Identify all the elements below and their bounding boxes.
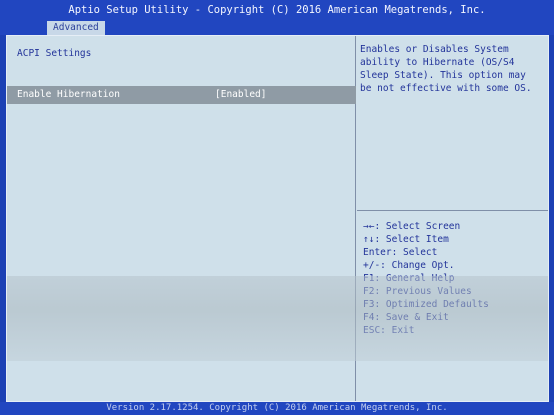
key-legend-list: →←: Select Screen ↑↓: Select Item Enter:… xyxy=(363,220,489,337)
help-line: Enables or Disables System xyxy=(360,44,509,55)
key-general-help: F1: General Help xyxy=(363,273,455,284)
key-save-exit: F4: Save & Exit xyxy=(363,312,449,323)
help-text: Enables or Disables System ability to Hi… xyxy=(360,43,545,95)
setup-panel: ACPI Settings Enable Hibernation [Enable… xyxy=(6,35,549,402)
footer: Version 2.17.1254. Copyright (C) 2016 Am… xyxy=(0,402,554,415)
help-line: Sleep State). This option may xyxy=(360,70,526,81)
key-previous-values: F2: Previous Values xyxy=(363,286,472,297)
key-change-opt: +/-: Change Opt. xyxy=(363,260,455,271)
title-bar: Aptio Setup Utility - Copyright (C) 2016… xyxy=(0,0,554,20)
key-enter-select: Enter: Select xyxy=(363,247,438,258)
settings-area: ACPI Settings Enable Hibernation [Enable… xyxy=(7,36,356,401)
key-select-screen: →←: Select Screen xyxy=(363,221,461,232)
help-line: be not effective with some OS. xyxy=(360,83,532,94)
tab-strip: Advanced xyxy=(0,20,554,35)
key-optimized-defaults: F3: Optimized Defaults xyxy=(363,299,489,310)
tab-advanced[interactable]: Advanced xyxy=(47,21,105,35)
enable-hibernation-value[interactable]: [Enabled] xyxy=(215,89,266,100)
enable-hibernation-label: Enable Hibernation xyxy=(17,89,120,100)
section-title: ACPI Settings xyxy=(17,48,92,59)
version-text: Version 2.17.1254. Copyright (C) 2016 Am… xyxy=(106,403,448,413)
help-panel: Enables or Disables System ability to Hi… xyxy=(357,36,548,211)
title-text: Aptio Setup Utility - Copyright (C) 2016… xyxy=(68,4,486,16)
enable-hibernation-row[interactable]: Enable Hibernation [Enabled] xyxy=(7,86,356,104)
help-line: ability to Hibernate (OS/S4 xyxy=(360,57,515,68)
key-esc-exit: ESC: Exit xyxy=(363,325,415,336)
key-legend: →←: Select Screen ↑↓: Select Item Enter:… xyxy=(357,212,548,400)
key-select-item: ↑↓: Select Item xyxy=(363,234,449,245)
bios-screen: Aptio Setup Utility - Copyright (C) 2016… xyxy=(0,0,554,415)
